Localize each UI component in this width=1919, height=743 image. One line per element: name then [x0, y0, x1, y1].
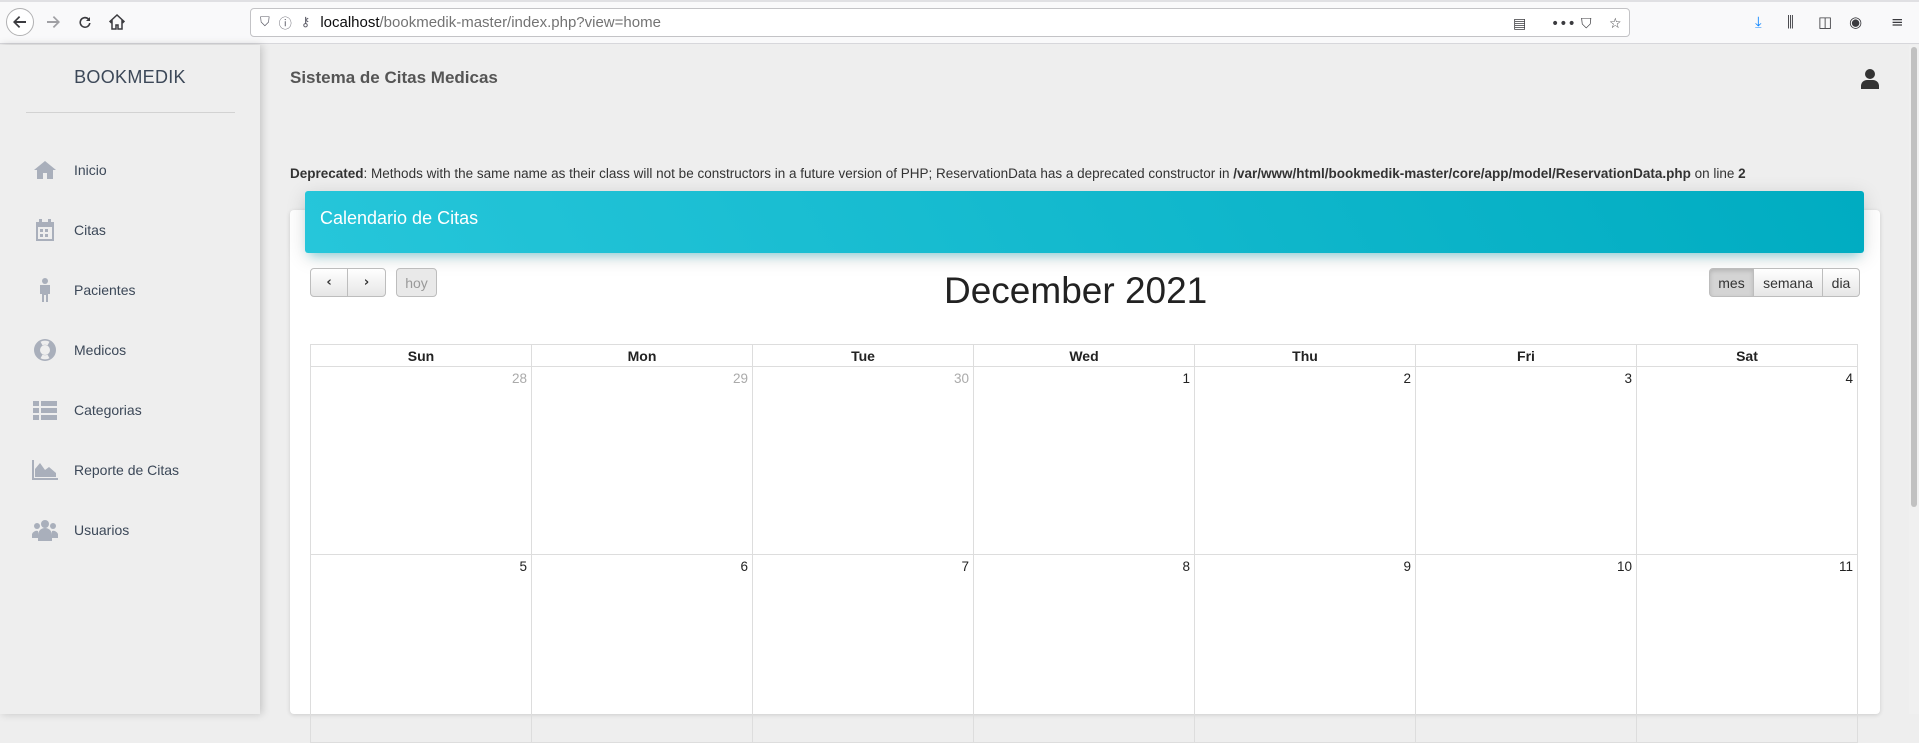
sidebar-item-label: Medicos [74, 342, 127, 358]
calendar-day-cell[interactable]: 10 [1415, 554, 1637, 743]
sidebar-menu: Inicio Citas Pacientes Medicos Categoria… [0, 140, 260, 560]
calendar-day-cell[interactable]: 29 [531, 366, 753, 555]
calendar-day-cell[interactable]: 30 [752, 366, 974, 555]
url-host: localhost [320, 14, 380, 31]
warning-label: Deprecated [290, 166, 364, 181]
menu-icon[interactable]: ≡ [1891, 8, 1904, 36]
more-actions-icon[interactable]: ••• [1551, 9, 1576, 38]
users-icon [32, 517, 58, 543]
sidebar-item-usuarios[interactable]: Usuarios [0, 500, 260, 560]
person-icon [32, 277, 58, 303]
calendar-day-cell[interactable]: 5 [310, 554, 532, 743]
weekday-header: Fri [1415, 344, 1637, 367]
calendar-day-cell[interactable]: 3 [1415, 366, 1637, 555]
calendar-day-cell[interactable]: 2 [1194, 366, 1416, 555]
scrollbar-thumb[interactable] [1911, 47, 1917, 507]
warning-text-line: on line [1690, 166, 1739, 181]
deprecation-warning: Deprecated: Methods with the same name a… [290, 166, 1746, 181]
sidebar-item-citas[interactable]: Citas [0, 200, 260, 260]
weekday-header: Sat [1636, 344, 1858, 367]
library-icon[interactable]: ⫼ [1787, 8, 1794, 36]
reload-button[interactable] [72, 9, 98, 35]
arrow-right-icon [47, 16, 60, 28]
view-day-button[interactable]: dia [1822, 268, 1860, 297]
calendar-day-cell[interactable]: 4 [1636, 366, 1858, 555]
view-month-button[interactable]: mes [1709, 268, 1754, 297]
bookmark-star-icon[interactable]: ☆ [1609, 9, 1622, 38]
reload-icon [79, 16, 91, 28]
back-button[interactable] [6, 8, 34, 36]
calendar-grid: Sun Mon Tue Wed Thu Fri Sat 28 29 30 1 2… [310, 344, 1858, 743]
browser-toolbar: ⛉ ⓘ ⚷ localhost/bookmedik-master/index.p… [0, 0, 1919, 44]
calendar-day-cell[interactable]: 28 [310, 366, 532, 555]
warning-text: : Methods with the same name as their cl… [363, 166, 1234, 181]
sidebar-item-label: Usuarios [74, 522, 130, 538]
reader-view-icon[interactable]: ▤ [1513, 9, 1526, 38]
key-icon: ⚷ [300, 15, 311, 30]
view-week-button[interactable]: semana [1753, 268, 1823, 297]
account-icon[interactable]: ◉ [1849, 8, 1862, 36]
sidebar-toggle-icon[interactable]: ◫ [1818, 8, 1832, 36]
next-month-button[interactable]: › [347, 268, 386, 297]
weekday-header: Tue [752, 344, 974, 367]
tab-strip [0, 0, 1919, 2]
calendar-month-title: December 2021 [944, 270, 1208, 311]
sidebar-item-medicos[interactable]: Medicos [0, 320, 260, 380]
sidebar: BOOKMEDIK Inicio Citas Pacientes Medicos [0, 45, 260, 714]
calendar-day-cell[interactable]: 7 [752, 554, 974, 743]
sidebar-item-inicio[interactable]: Inicio [0, 140, 260, 200]
calendar-day-cell[interactable]: 9 [1194, 554, 1416, 743]
calendar-week-row: 28 29 30 1 2 3 4 [310, 366, 1858, 555]
life-ring-icon [32, 337, 58, 363]
today-button[interactable]: hoy [396, 268, 437, 297]
sidebar-item-reporte[interactable]: Reporte de Citas [0, 440, 260, 500]
brand-divider [26, 112, 235, 113]
calendar-day-cell[interactable]: 8 [973, 554, 1195, 743]
brand-logo[interactable]: BOOKMEDIK [0, 67, 260, 88]
prev-month-button[interactable]: ‹ [310, 268, 348, 297]
forward-button[interactable] [40, 9, 66, 35]
arrow-left-icon [13, 16, 26, 28]
url-path: /bookmedik-master/index.php?view=home [379, 14, 661, 31]
calendar-day-cell[interactable]: 11 [1636, 554, 1858, 743]
pocket-icon[interactable]: ⛉ [1581, 9, 1592, 38]
calendar-day-cell[interactable]: 6 [531, 554, 753, 743]
shield-icon[interactable]: ⛉ [260, 15, 270, 30]
list-icon [32, 397, 58, 423]
home-icon [32, 157, 58, 183]
download-icon[interactable]: ⤓ [1755, 8, 1762, 36]
home-icon [109, 14, 125, 30]
weekday-header: Wed [973, 344, 1195, 367]
calendar-card-title: Calendario de Citas [320, 208, 479, 228]
sidebar-item-label: Reporte de Citas [74, 462, 180, 478]
warning-line-number: 2 [1738, 166, 1746, 181]
sidebar-item-label: Inicio [74, 162, 107, 178]
weekday-header: Sun [310, 344, 532, 367]
weekday-header: Mon [531, 344, 753, 367]
sidebar-item-label: Pacientes [74, 282, 136, 298]
sidebar-item-label: Categorias [74, 402, 142, 418]
calendar-card-header: Calendario de Citas [305, 191, 1864, 253]
info-icon[interactable]: ⓘ [279, 13, 292, 32]
weekday-header: Thu [1194, 344, 1416, 367]
calendar-icon [32, 217, 58, 243]
calendar-week-row: 5 6 7 8 9 10 11 [310, 554, 1858, 743]
sidebar-item-pacientes[interactable]: Pacientes [0, 260, 260, 320]
area-chart-icon [32, 457, 58, 483]
sidebar-item-label: Citas [74, 222, 106, 238]
home-button[interactable] [104, 9, 130, 35]
warning-path: /var/www/html/bookmedik-master/core/app/… [1233, 166, 1691, 181]
user-icon[interactable] [1861, 69, 1879, 89]
weekday-header-row: Sun Mon Tue Wed Thu Fri Sat [310, 344, 1858, 367]
sidebar-item-categorias[interactable]: Categorias [0, 380, 260, 440]
url-bar[interactable]: ⛉ ⓘ ⚷ localhost/bookmedik-master/index.p… [250, 8, 1630, 37]
calendar-day-cell[interactable]: 1 [973, 366, 1195, 555]
page-title: Sistema de Citas Medicas [290, 68, 498, 87]
